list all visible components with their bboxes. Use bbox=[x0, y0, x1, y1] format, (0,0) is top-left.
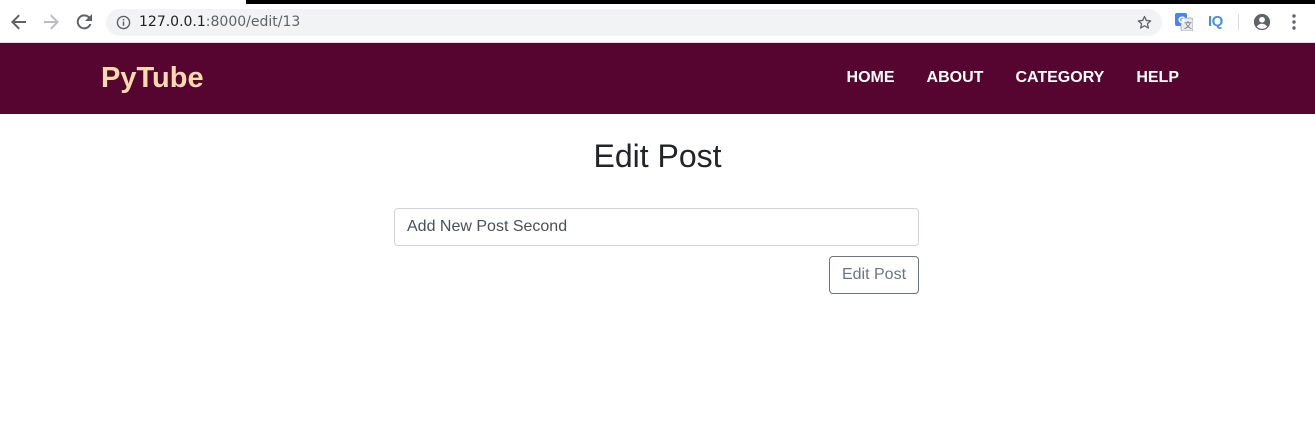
nav-link-home[interactable]: HOME bbox=[831, 69, 911, 87]
kebab-menu-icon[interactable] bbox=[1288, 13, 1300, 31]
post-title-input[interactable] bbox=[394, 208, 919, 246]
svg-text:文: 文 bbox=[1184, 20, 1192, 30]
translate-icon[interactable]: G 文 bbox=[1175, 13, 1193, 31]
profile-icon[interactable] bbox=[1253, 13, 1271, 31]
nav-link-category[interactable]: CATEGORY bbox=[999, 69, 1120, 87]
address-bar[interactable]: 127.0.0.1:8000/edit/13 bbox=[106, 9, 1162, 36]
back-arrow-icon[interactable] bbox=[8, 11, 30, 33]
brand-logo[interactable]: PyTube bbox=[101, 62, 204, 95]
reload-icon[interactable] bbox=[73, 11, 95, 33]
url-path: :8000/edit/13 bbox=[205, 14, 301, 30]
nav-link-about[interactable]: ABOUT bbox=[911, 69, 1000, 87]
browser-toolbar: 127.0.0.1:8000/edit/13 G 文 IQ bbox=[0, 0, 1315, 43]
edit-post-button[interactable]: Edit Post bbox=[829, 256, 919, 294]
nav-links: HOME ABOUT CATEGORY HELP bbox=[831, 69, 1195, 87]
nav-link-help[interactable]: HELP bbox=[1120, 69, 1195, 87]
star-icon[interactable] bbox=[1136, 14, 1153, 31]
site-navbar: PyTube HOME ABOUT CATEGORY HELP bbox=[0, 43, 1315, 114]
page-title: Edit Post bbox=[593, 138, 722, 174]
url-text[interactable]: 127.0.0.1:8000/edit/13 bbox=[139, 14, 300, 30]
url-host: 127.0.0.1 bbox=[139, 14, 206, 30]
iq-extension-icon[interactable]: IQ bbox=[1208, 13, 1223, 30]
tab-strip bbox=[246, 0, 1315, 4]
toolbar-divider bbox=[1238, 14, 1239, 30]
info-icon[interactable] bbox=[116, 15, 131, 30]
forward-arrow-icon[interactable] bbox=[40, 11, 62, 33]
